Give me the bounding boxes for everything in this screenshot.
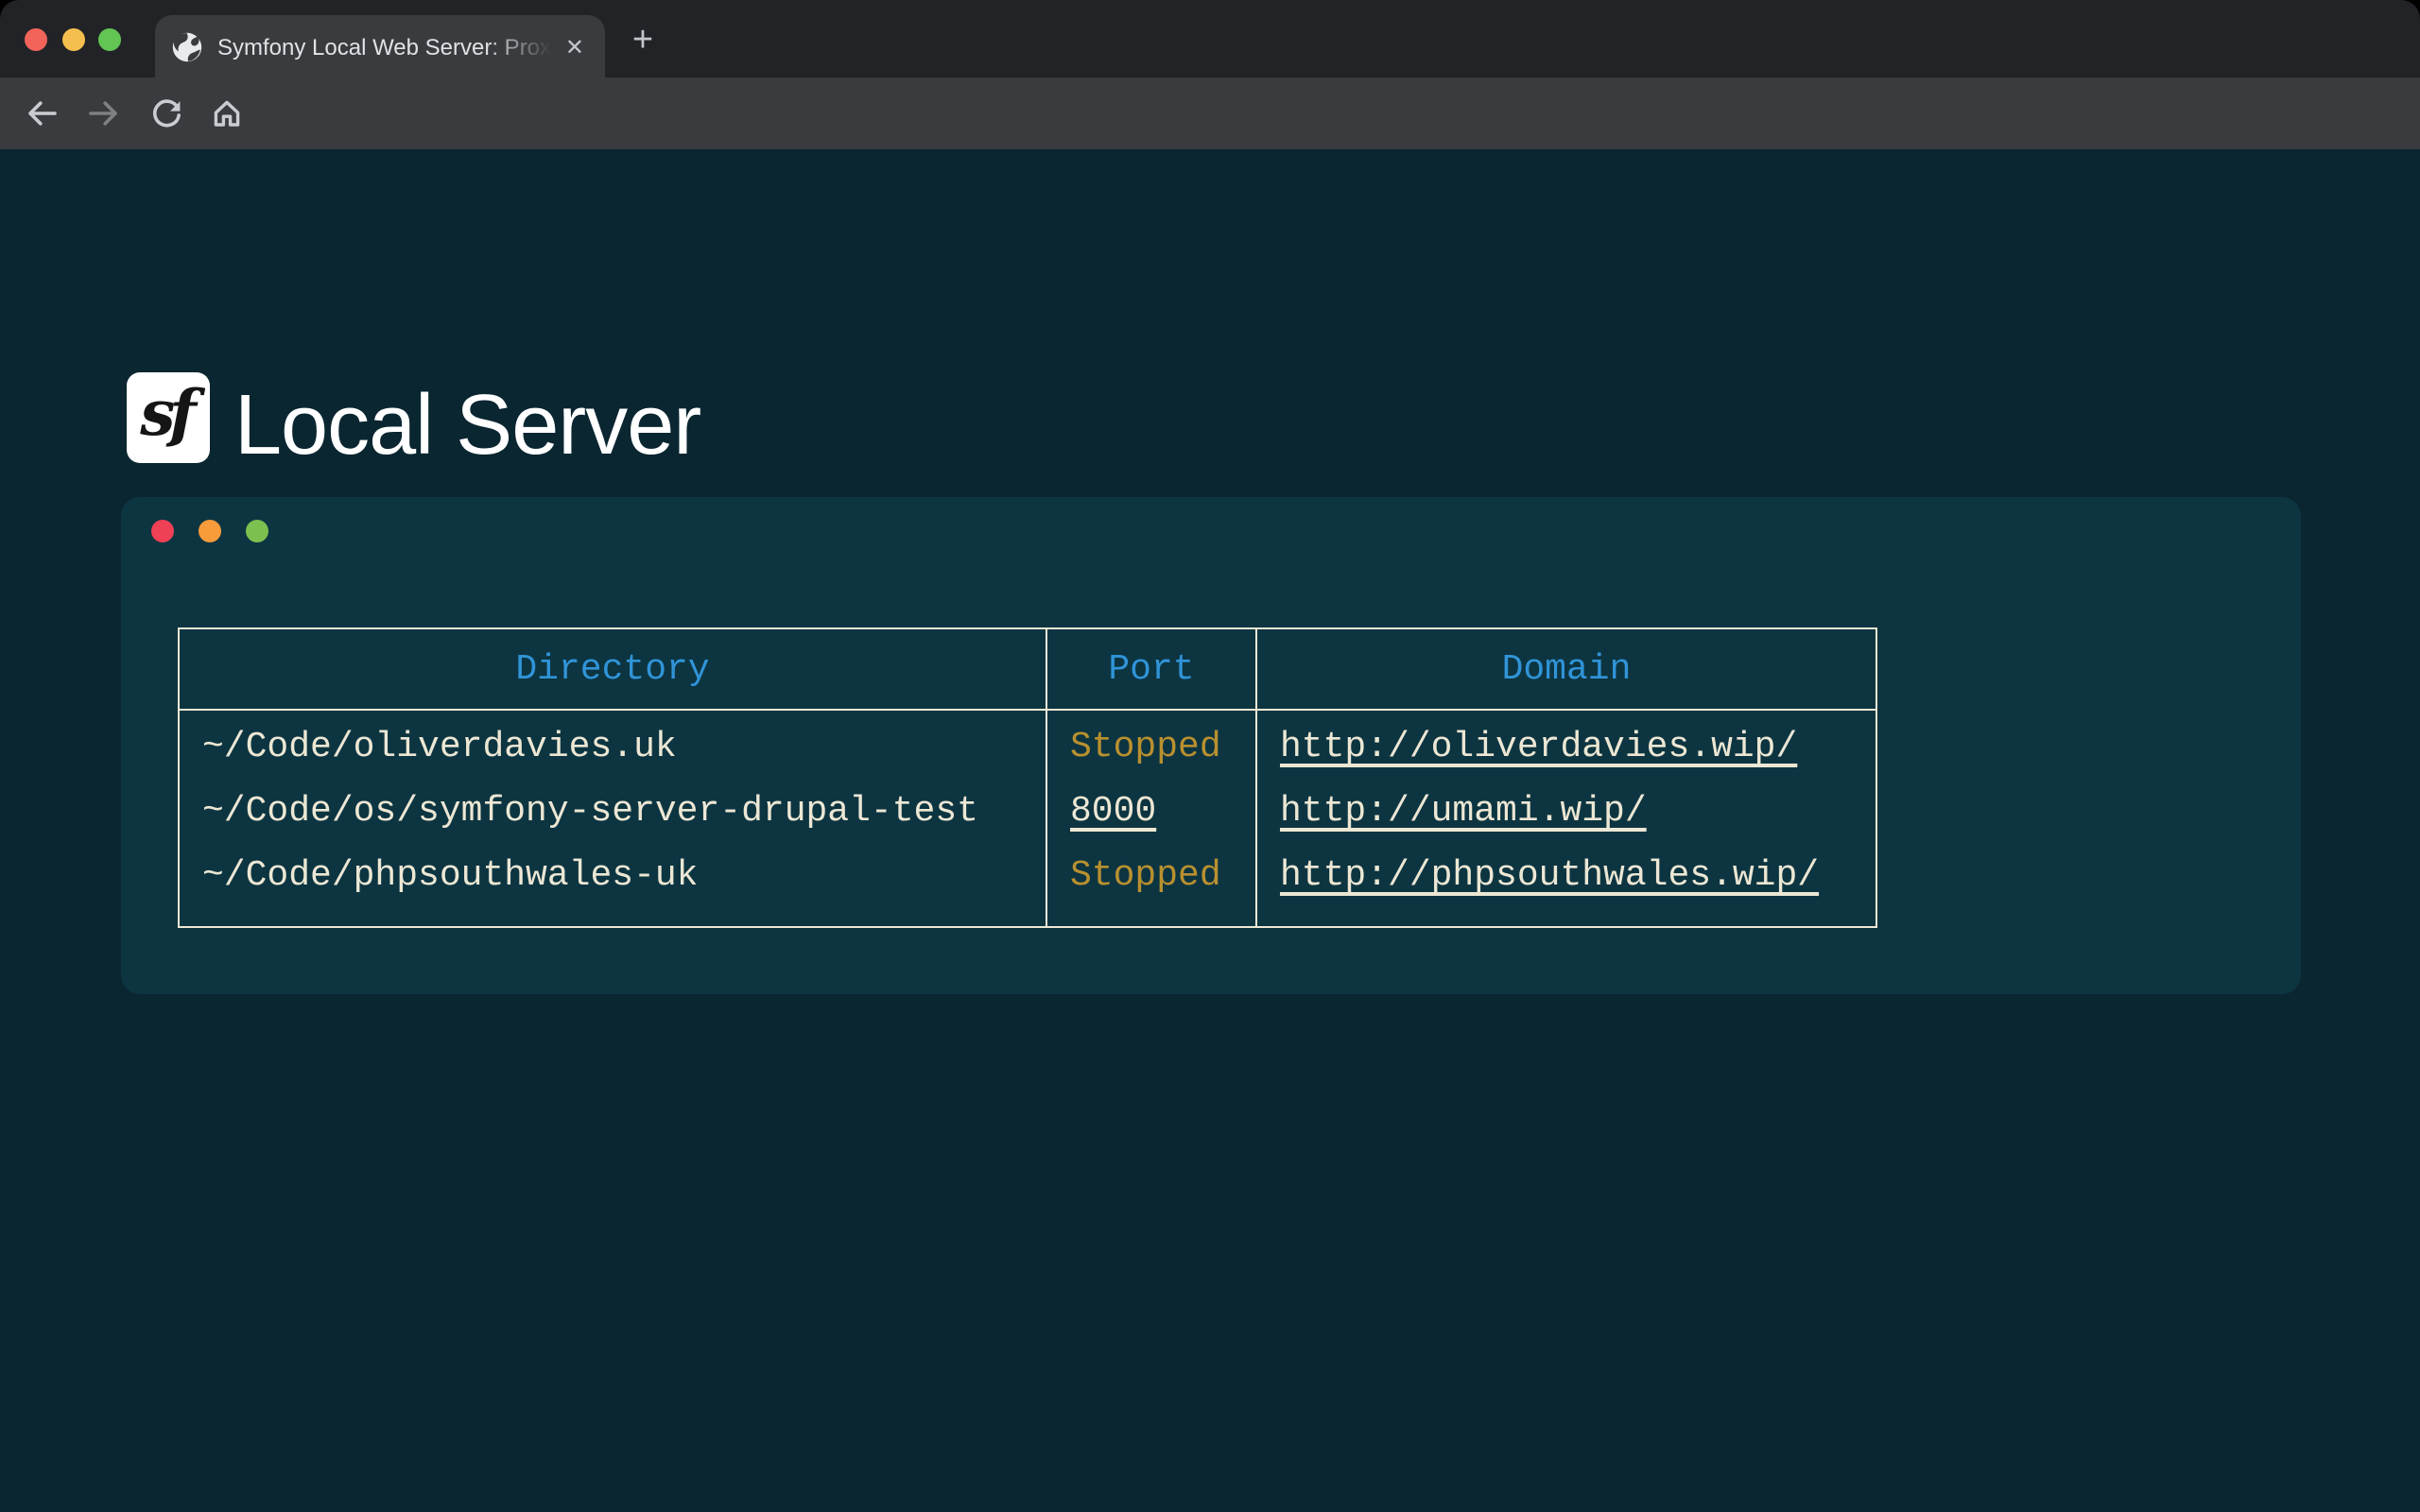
page-title: Local Server xyxy=(234,376,700,474)
browser-window: Symfony Local Web Server: Prox ✕ + xyxy=(0,0,2420,1512)
table-header-row: Directory Port Domain xyxy=(179,628,1876,710)
status-stopped: Stopped xyxy=(1070,854,1221,896)
servers-table: Directory Port Domain ~/Code/oliverdavie… xyxy=(178,627,1877,928)
tab-strip: Symfony Local Web Server: Prox ✕ + xyxy=(0,0,2420,77)
directory-cell: ~/Code/oliverdavies.uk xyxy=(179,710,1046,779)
new-tab-button[interactable]: + xyxy=(620,21,666,62)
status-stopped: Stopped xyxy=(1070,726,1221,767)
window-minimize-button[interactable] xyxy=(62,28,85,51)
directory-cell: ~/Code/os/symfony-server-drupal-test xyxy=(179,779,1046,843)
reload-button[interactable] xyxy=(147,94,185,132)
directory-cell: ~/Code/phpsouthwales-uk xyxy=(179,843,1046,927)
back-button[interactable] xyxy=(23,94,60,132)
window-close-button[interactable] xyxy=(25,28,47,51)
browser-toolbar: localhost:7080 •••⚙⚙UVAVh xyxy=(0,77,2420,149)
browser-tab[interactable]: Symfony Local Web Server: Prox ✕ xyxy=(155,15,605,77)
servers-table-body: ~/Code/oliverdavies.uk Stopped http://oliv… xyxy=(179,710,1876,927)
page-content: sf Local Server Directory Port Domain ~/… xyxy=(0,149,2420,1512)
domain-cell: http://phpsouthwales.wip/ xyxy=(1256,843,1876,927)
domain-cell: http://oliverdavies.wip/ xyxy=(1256,710,1876,779)
domain-cell: http://umami.wip/ xyxy=(1256,779,1876,843)
table-row: ~/Code/phpsouthwales-uk Stopped http://php… xyxy=(179,843,1876,927)
table-row: ~/Code/oliverdavies.uk Stopped http://oliv… xyxy=(179,710,1876,779)
tab-title: Symfony Local Web Server: Prox xyxy=(217,33,562,60)
terminal-dot-green xyxy=(246,520,268,542)
tab-close-icon[interactable]: ✕ xyxy=(562,31,588,61)
domain-link[interactable]: http://umami.wip/ xyxy=(1280,790,1647,832)
globe-favicon-icon xyxy=(172,31,202,61)
home-button[interactable] xyxy=(208,94,246,132)
forward-button[interactable] xyxy=(85,94,123,132)
window-zoom-button[interactable] xyxy=(98,28,121,51)
domain-link[interactable]: http://oliverdavies.wip/ xyxy=(1280,726,1797,767)
terminal-panel: Directory Port Domain ~/Code/oliverdavie… xyxy=(121,497,2301,994)
symfony-logo: sf xyxy=(127,372,210,463)
column-header-domain: Domain xyxy=(1256,628,1876,710)
table-row: ~/Code/os/symfony-server-drupal-test 8000… xyxy=(179,779,1876,843)
port-cell: Stopped xyxy=(1046,710,1256,779)
symfony-sf-glyph: sf xyxy=(140,375,191,449)
column-header-port: Port xyxy=(1046,628,1256,710)
port-cell: Stopped xyxy=(1046,843,1256,927)
domain-link[interactable]: http://phpsouthwales.wip/ xyxy=(1280,854,1819,896)
port-cell: 8000 xyxy=(1046,779,1256,843)
column-header-directory: Directory xyxy=(179,628,1046,710)
terminal-dot-orange xyxy=(199,520,221,542)
terminal-dot-red xyxy=(151,520,174,542)
port-link[interactable]: 8000 xyxy=(1070,790,1156,832)
